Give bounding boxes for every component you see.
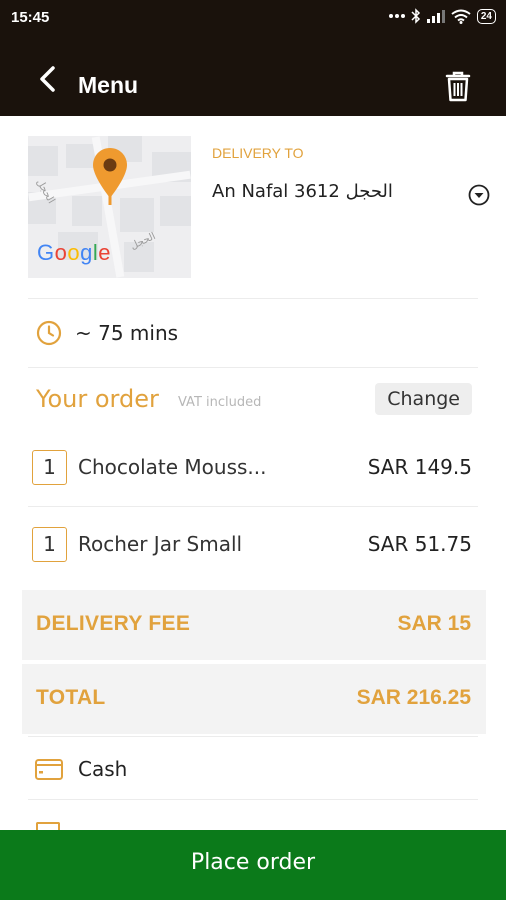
bluetooth-icon [411, 8, 420, 24]
location-pin-icon [93, 148, 127, 205]
payment-method-cash[interactable]: Cash [34, 752, 127, 786]
battery-icon: 24 [476, 8, 496, 24]
delivery-eta: ~ 75 mins [36, 318, 178, 348]
delivery-fee-value: SAR 15 [397, 612, 471, 635]
divider [28, 367, 478, 368]
order-item[interactable]: 1 Chocolate Mouss... SAR 149.5 [32, 450, 472, 486]
payment-method-partial [36, 822, 60, 830]
divider [28, 736, 478, 737]
place-order-button[interactable]: Place order [0, 830, 506, 900]
delivery-section[interactable]: الحجل الحجل Google DELIVERY TO An Nafal … [28, 136, 490, 278]
status-bar: 15:45 24 [0, 0, 506, 38]
delivery-to-label: DELIVERY TO [212, 145, 304, 161]
status-icons: 24 [388, 8, 496, 24]
divider [28, 799, 478, 800]
wifi-icon [451, 9, 471, 24]
status-time: 15:45 [11, 9, 50, 26]
item-quantity: 1 [32, 450, 67, 485]
page-title: Menu [78, 72, 139, 98]
delivery-address: An Nafal الحجل 3612 [212, 181, 393, 202]
app-bar: Menu [0, 38, 506, 116]
total-label: TOTAL [36, 686, 106, 709]
clock-icon [36, 320, 62, 346]
back-button[interactable] [34, 64, 64, 94]
chevron-left-icon [40, 66, 55, 92]
chevron-down-circle-icon[interactable] [468, 184, 490, 206]
item-price: SAR 149.5 [367, 455, 472, 479]
delivery-fee-label: DELIVERY FEE [36, 612, 191, 635]
signal-icon [426, 10, 445, 23]
more-dots-icon [388, 14, 405, 18]
change-order-button[interactable]: Change [375, 383, 472, 415]
trash-icon [445, 71, 471, 102]
divider [28, 506, 478, 507]
delete-cart-button[interactable] [440, 68, 476, 104]
delivery-fee-row: DELIVERY FEE SAR 15 [22, 590, 486, 660]
total-row: TOTAL SAR 216.25 [22, 664, 486, 734]
total-value: SAR 216.25 [356, 686, 471, 709]
map-thumbnail[interactable]: الحجل الحجل Google [28, 136, 191, 278]
item-quantity: 1 [32, 527, 67, 562]
order-header: Your order VAT included Change [36, 383, 472, 417]
google-logo: Google [37, 240, 112, 265]
payment-method-label: Cash [78, 757, 128, 781]
vat-note: VAT included [178, 395, 262, 410]
eta-text: ~ 75 mins [75, 321, 179, 345]
item-name: Chocolate Mouss... [78, 455, 267, 479]
wallet-icon [35, 759, 63, 780]
order-title: Your order [36, 385, 159, 413]
item-name: Rocher Jar Small [78, 532, 243, 556]
item-price: SAR 51.75 [367, 532, 472, 556]
order-item[interactable]: 1 Rocher Jar Small SAR 51.75 [32, 527, 472, 563]
divider [28, 298, 478, 299]
